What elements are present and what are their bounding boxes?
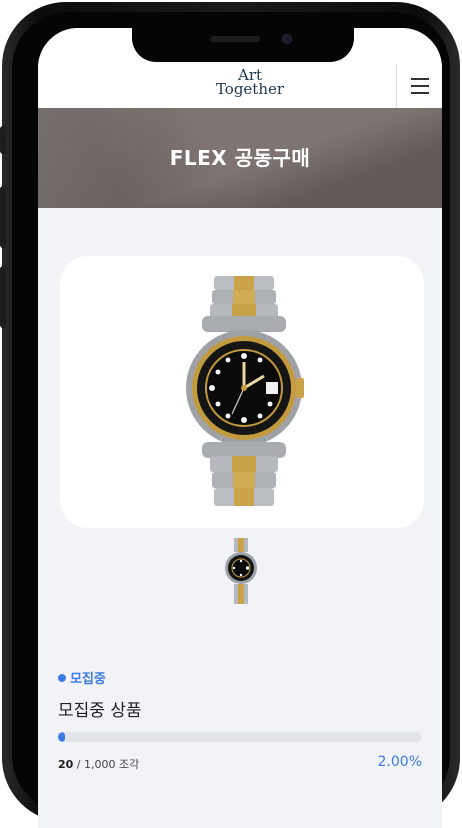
phone-notch xyxy=(132,22,354,62)
phone-mute-switch xyxy=(0,126,6,154)
wristwatch-image xyxy=(186,276,304,506)
page-banner: FLEX 공동구매 xyxy=(38,108,442,208)
piece-count: 20 / 1,000 조각 xyxy=(58,756,139,772)
speaker-grille xyxy=(210,36,260,42)
hamburger-menu-button[interactable] xyxy=(396,64,442,108)
recruiting-status-badge: 모집중 xyxy=(58,668,106,687)
status-dot-icon xyxy=(58,674,66,682)
phone-screen: Art Together FLEX 공동구매 모집중 모집중 상품 20 / 1… xyxy=(38,28,442,828)
status-label: 모집중 xyxy=(70,672,106,687)
product-image-card xyxy=(60,256,424,528)
phone-volume-up-button xyxy=(0,186,6,248)
logo-line-2: Together xyxy=(215,80,285,98)
count-separator: / xyxy=(73,758,85,771)
banner-title: FLEX 공동구매 xyxy=(169,146,311,170)
funding-progress-bar xyxy=(58,732,422,742)
sold-count: 20 xyxy=(58,758,74,771)
art-together-logo[interactable]: Art Together xyxy=(200,68,300,98)
count-unit: 조각 xyxy=(115,758,140,771)
wristwatch-thumbnail[interactable] xyxy=(224,538,258,604)
funding-progress-fill xyxy=(58,732,66,742)
funding-percent: 2.00% xyxy=(377,754,422,770)
total-count: 1,000 xyxy=(84,758,116,771)
product-title: 모집중 상품 xyxy=(58,701,142,721)
phone-volume-down-button xyxy=(0,266,6,328)
front-camera xyxy=(282,34,292,44)
